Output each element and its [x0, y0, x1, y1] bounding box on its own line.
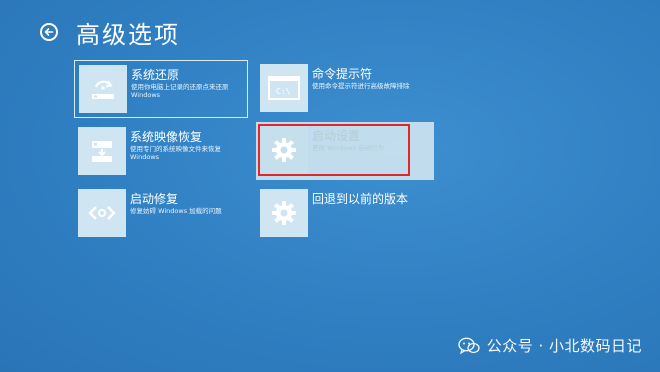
- page-title: 高级选项: [76, 20, 180, 49]
- watermark: 公众号 · 小北数码日记: [457, 335, 642, 356]
- tile-system-image-recovery[interactable]: 系统映像恢复 使用专门的系统映像文件来恢复 Windows: [74, 123, 246, 179]
- wechat-icon: [457, 337, 480, 354]
- tile-title: 启动设置: [312, 129, 361, 143]
- tile-description: 使用命令提示符进行高级故障排除: [312, 82, 410, 90]
- tile-title: 命令提示符: [312, 67, 373, 81]
- gear-icon: [260, 126, 308, 174]
- tile-title: 启动修复: [130, 192, 179, 206]
- tile-title: 系统还原: [131, 68, 180, 82]
- restore-icon: [79, 65, 127, 113]
- system-image-icon: [78, 127, 126, 175]
- tile-title: 系统映像恢复: [130, 130, 203, 144]
- tile-system-restore[interactable]: 系统还原 使用你电脑上记录的还原点来还原 Windows: [74, 60, 248, 118]
- tile-description: 更改 Windows 启动行为: [312, 144, 385, 152]
- watermark-text: 公众号 · 小北数码日记: [486, 337, 642, 355]
- tile-command-prompt[interactable]: C:\ 命令提示符 使用命令提示符进行高级故障排除: [256, 60, 428, 116]
- terminal-icon: C:\: [260, 64, 308, 112]
- back-arrow-icon: [44, 28, 54, 36]
- page-header: 高级选项: [40, 14, 180, 50]
- tile-startup-settings[interactable]: 启动设置 更改 Windows 启动行为: [256, 122, 434, 180]
- tile-description: 使用专门的系统映像文件来恢复 Windows: [130, 145, 221, 161]
- tile-description: 修复妨碍 Windows 加载的问题: [130, 207, 222, 215]
- back-button[interactable]: [40, 23, 58, 41]
- tile-rollback-previous-version[interactable]: 回退到以前的版本: [256, 185, 428, 241]
- terminal-icon-text: C:\: [276, 87, 291, 96]
- tile-description: 使用你电脑上记录的还原点来还原 Windows: [131, 83, 229, 99]
- tile-title: 回退到以前的版本: [312, 192, 409, 206]
- gear-icon: [260, 189, 308, 237]
- code-brackets-icon: [78, 189, 126, 237]
- tile-startup-repair[interactable]: 启动修复 修复妨碍 Windows 加载的问题: [74, 185, 246, 241]
